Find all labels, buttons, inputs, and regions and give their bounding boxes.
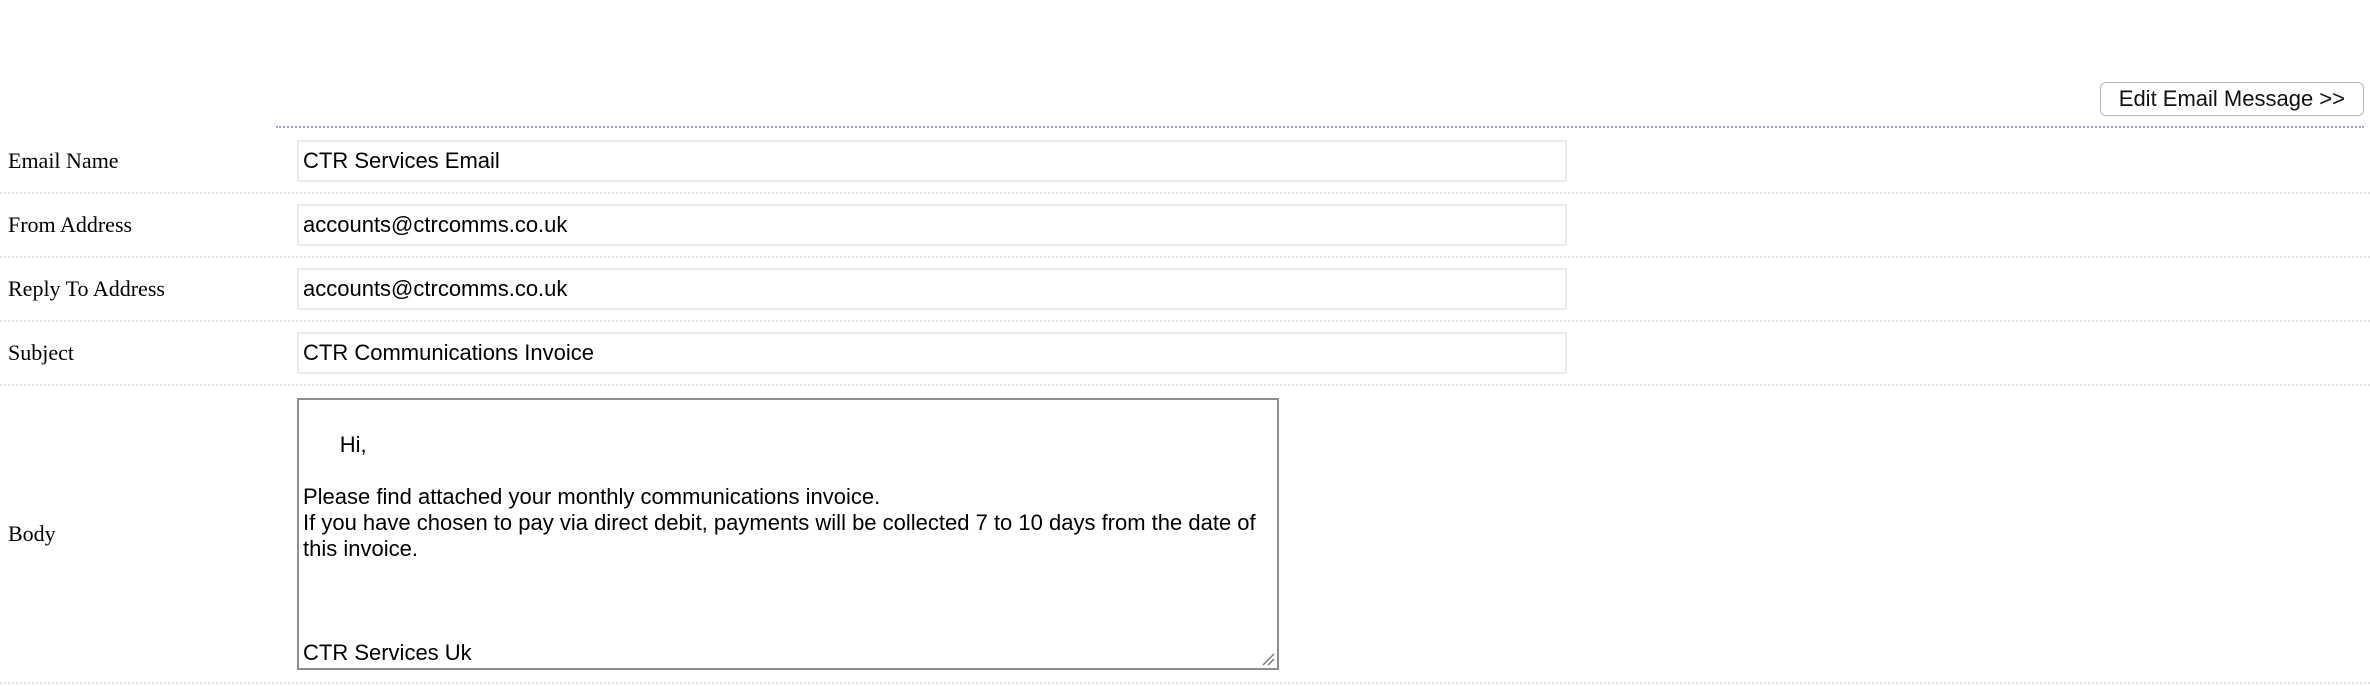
resize-grip-icon[interactable] [1261, 652, 1275, 666]
body-text: Hi, Please find attached your monthly co… [303, 432, 1256, 665]
reply-to-input[interactable] [297, 268, 1567, 310]
email-form: Email Name From Address Reply To Address… [0, 130, 2370, 684]
from-address-input[interactable] [297, 204, 1567, 246]
subject-label: Subject [8, 340, 74, 365]
email-name-input[interactable] [297, 140, 1567, 182]
top-toolbar: Edit Email Message >> [0, 0, 2370, 128]
email-name-label: Email Name [8, 148, 119, 173]
subject-row: Subject [0, 322, 2370, 386]
subject-input[interactable] [297, 332, 1567, 374]
reply-to-label: Reply To Address [8, 276, 165, 301]
body-label: Body [8, 521, 56, 546]
body-row: Body Hi, Please find attached your month… [0, 386, 2370, 684]
reply-to-row: Reply To Address [0, 258, 2370, 322]
from-address-label: From Address [8, 212, 133, 237]
body-textarea[interactable]: Hi, Please find attached your monthly co… [297, 398, 1279, 670]
from-address-row: From Address [0, 194, 2370, 258]
edit-email-message-button[interactable]: Edit Email Message >> [2099, 82, 2364, 116]
email-name-row: Email Name [0, 130, 2370, 194]
toolbar-divider [276, 126, 2364, 128]
